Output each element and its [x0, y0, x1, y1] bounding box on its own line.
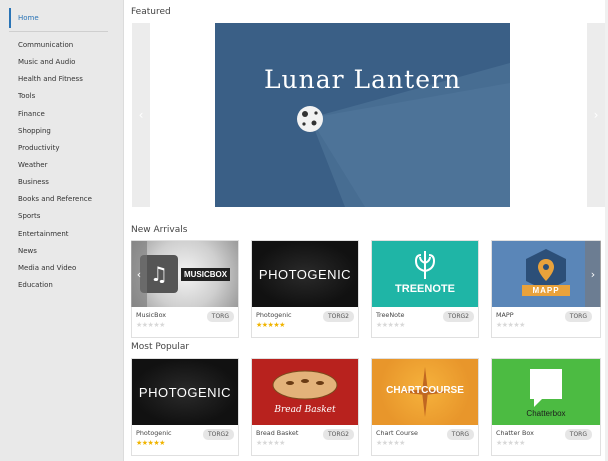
- sidebar-item-health-and-fitness[interactable]: Health and Fitness: [18, 71, 92, 88]
- chartcourse-logo-text: CHARTCOURSE: [386, 385, 464, 396]
- app-image: CHARTCOURSE: [372, 359, 478, 425]
- musicbox-logo-text: MUSICBOX: [180, 267, 231, 281]
- moon-icon: [297, 106, 323, 132]
- sidebar-item-education[interactable]: Education: [18, 277, 92, 294]
- star-rating: ★★★★★: [376, 439, 405, 447]
- chevron-right-icon: ›: [593, 108, 599, 122]
- sidebar-item-tools[interactable]: Tools: [18, 88, 92, 105]
- star-rating: ★★★★★: [496, 439, 525, 447]
- photogenic-logo-text: PHOTOGENIC: [138, 384, 232, 400]
- app-name: Photogenic: [256, 311, 292, 319]
- mapp-logo-text: MAPP: [532, 286, 560, 295]
- sidebar-item-music-and-audio[interactable]: Music and Audio: [18, 54, 92, 71]
- app-name: MusicBox: [136, 311, 167, 319]
- sidebar-item-business[interactable]: Business: [18, 174, 92, 191]
- treenote-logo-text: TREENOTE: [395, 283, 455, 295]
- sidebar: Home Communication Music and Audio Healt…: [0, 0, 124, 461]
- app-tile-photogenic[interactable]: PHOTOGENIC Photogenic ★★★★★ TORG2: [131, 358, 239, 456]
- new-arrivals-next-button[interactable]: ›: [585, 241, 601, 307]
- most-popular-heading: Most Popular: [131, 342, 190, 352]
- app-image: PHOTOGENIC: [132, 359, 238, 425]
- sidebar-item-books-and-reference[interactable]: Books and Reference: [18, 191, 92, 208]
- publisher-badge[interactable]: TORG2: [322, 429, 354, 440]
- app-tile-musicbox[interactable]: ♫ MUSICBOX MusicBox ★★★★★ TORG: [131, 240, 239, 338]
- app-image: ♫ MUSICBOX: [132, 241, 238, 307]
- category-list: Communication Music and Audio Health and…: [18, 37, 92, 294]
- carousel-prev-button[interactable]: ‹: [132, 23, 150, 207]
- publisher-badge[interactable]: TORG2: [442, 311, 474, 322]
- publisher-badge[interactable]: TORG2: [202, 429, 234, 440]
- star-rating: ★★★★★: [136, 439, 165, 447]
- app-image: TREENOTE: [372, 241, 478, 307]
- new-arrivals-prev-button[interactable]: ‹: [131, 241, 147, 307]
- tree-icon: [414, 251, 436, 279]
- app-image: Bread Basket: [252, 359, 358, 425]
- sidebar-item-shopping[interactable]: Shopping: [18, 123, 92, 140]
- app-name: Photogenic: [136, 429, 172, 437]
- sidebar-item-media-and-video[interactable]: Media and Video: [18, 260, 92, 277]
- light-beam-graphic: [297, 63, 510, 207]
- chatterbox-logo-text: Chatterbox: [526, 409, 566, 418]
- publisher-badge[interactable]: TORG2: [322, 311, 354, 322]
- star-rating: ★★★★★: [376, 321, 405, 329]
- bread-basket-logo-text: Bread Basket: [274, 405, 336, 415]
- publisher-badge[interactable]: TORG: [564, 429, 592, 440]
- star-rating: ★★★★★: [496, 321, 525, 329]
- sidebar-item-communication[interactable]: Communication: [18, 37, 92, 54]
- sidebar-divider: [9, 31, 108, 32]
- featured-banner[interactable]: Lunar Lantern: [215, 23, 510, 207]
- app-tile-chart-course[interactable]: CHARTCOURSE Chart Course ★★★★★ TORG: [371, 358, 479, 456]
- app-name: Bread Basket: [256, 429, 299, 437]
- app-tile-chatter-box[interactable]: Chatterbox Chatter Box ★★★★★ TORG: [491, 358, 601, 456]
- featured-app-title: Lunar Lantern: [263, 65, 462, 94]
- photogenic-logo-text: PHOTOGENIC: [258, 266, 352, 282]
- sidebar-item-home[interactable]: Home: [9, 8, 108, 28]
- publisher-badge[interactable]: TORG: [564, 311, 592, 322]
- map-pin-icon: [522, 249, 570, 296]
- featured-heading: Featured: [131, 7, 171, 17]
- app-name: MAPP: [496, 311, 514, 319]
- app-tile-treenote[interactable]: TREENOTE TreeNote ★★★★★ TORG2: [371, 240, 479, 338]
- sidebar-item-weather[interactable]: Weather: [18, 157, 92, 174]
- star-rating: ★★★★★: [256, 321, 285, 329]
- chevron-right-icon: ›: [590, 267, 596, 281]
- bread-icon: [272, 370, 338, 400]
- chevron-left-icon: ‹: [136, 267, 142, 281]
- app-image: PHOTOGENIC: [252, 241, 358, 307]
- star-rating: ★★★★★: [256, 439, 285, 447]
- app-tile-photogenic[interactable]: PHOTOGENIC Photogenic ★★★★★ TORG2: [251, 240, 359, 338]
- star-rating: ★★★★★: [136, 321, 165, 329]
- sidebar-item-productivity[interactable]: Productivity: [18, 140, 92, 157]
- app-tile-bread-basket[interactable]: Bread Basket Bread Basket ★★★★★ TORG2: [251, 358, 359, 456]
- carousel-next-button[interactable]: ›: [587, 23, 605, 207]
- new-arrivals-heading: New Arrivals: [131, 225, 188, 235]
- app-name: Chatter Box: [496, 429, 534, 437]
- chevron-left-icon: ‹: [138, 108, 144, 122]
- sidebar-item-sports[interactable]: Sports: [18, 208, 92, 225]
- app-name: TreeNote: [376, 311, 405, 319]
- publisher-badge[interactable]: TORG: [446, 429, 474, 440]
- app-image: MAPP: [492, 241, 600, 307]
- main-content: Featured ‹ Lunar Lantern › New Arrivals …: [124, 0, 608, 461]
- sidebar-item-finance[interactable]: Finance: [18, 106, 92, 123]
- sidebar-item-entertainment[interactable]: Entertainment: [18, 226, 92, 243]
- publisher-badge[interactable]: TORG: [206, 311, 234, 322]
- app-image: Chatterbox: [492, 359, 600, 425]
- sidebar-item-news[interactable]: News: [18, 243, 92, 260]
- app-window: Home Communication Music and Audio Healt…: [0, 0, 608, 461]
- app-name: Chart Course: [376, 429, 418, 437]
- featured-carousel: ‹ Lunar Lantern ›: [132, 23, 605, 207]
